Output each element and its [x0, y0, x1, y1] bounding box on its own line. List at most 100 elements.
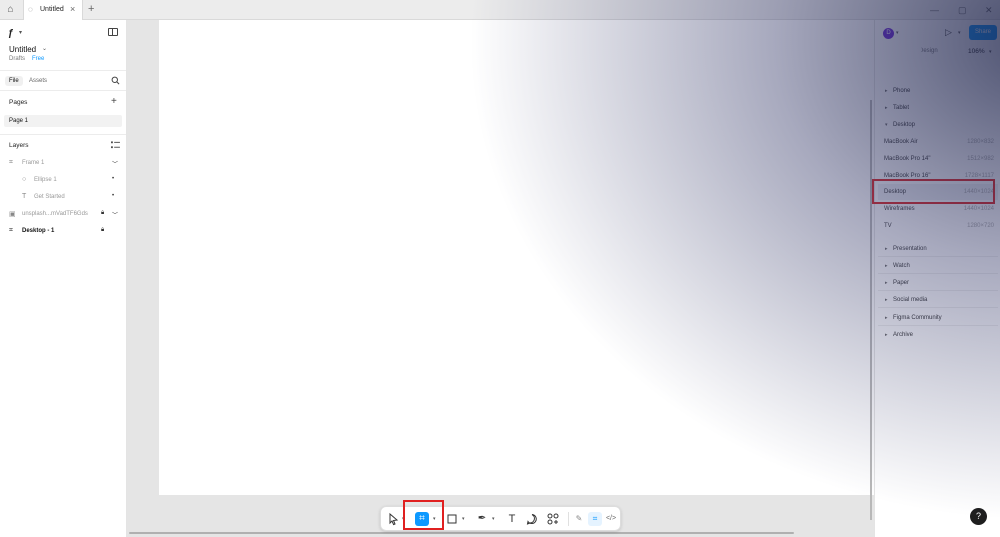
- category-label: Phone: [893, 88, 911, 94]
- desktop-frame[interactable]: [159, 20, 874, 495]
- file-tab-label: Untitled: [40, 6, 64, 13]
- zoom-caret-icon[interactable]: ▾: [989, 49, 992, 55]
- rectangle-tool-icon[interactable]: [445, 512, 459, 526]
- tab-file[interactable]: File: [5, 76, 23, 86]
- shape-tool-caret-icon[interactable]: ▾: [462, 516, 465, 522]
- category-tablet[interactable]: ▸ Tablet: [878, 100, 998, 116]
- preset-macbook-air[interactable]: MacBook Air 1280×832: [878, 134, 998, 150]
- preset-name: MacBook Air: [884, 139, 918, 145]
- vertical-scrollbar[interactable]: [870, 100, 872, 520]
- maximize-icon[interactable]: ▢: [958, 5, 967, 16]
- category-label: Tablet: [893, 105, 910, 111]
- page-item[interactable]: Page 1: [4, 115, 122, 127]
- layer-row-unsplash[interactable]: ▣ unsplash...mVadTF6Gds 🔒︎ ﹀: [0, 207, 126, 221]
- dot-icon[interactable]: •: [112, 193, 114, 199]
- chevron-down-icon[interactable]: ﹀: [112, 210, 118, 219]
- share-button[interactable]: Share: [969, 25, 997, 40]
- pen-tool-icon[interactable]: ✒︎: [475, 512, 489, 526]
- text-tool-icon[interactable]: T: [505, 512, 519, 526]
- category-watch[interactable]: ▸ Watch: [878, 258, 998, 274]
- dot-icon[interactable]: •: [112, 176, 114, 182]
- sidebar-toggle-icon[interactable]: [108, 28, 118, 36]
- home-icon[interactable]: ⌂: [4, 4, 17, 16]
- chevron-right-icon: ▸: [885, 246, 888, 252]
- new-tab-icon[interactable]: +: [88, 3, 94, 15]
- frame-icon: ⌗: [9, 227, 13, 234]
- left-sidebar: ƒ ▾ Untitled ⌄ Drafts Free File Assets P…: [0, 20, 127, 537]
- add-page-icon[interactable]: +: [111, 96, 117, 107]
- move-tool-icon[interactable]: [386, 512, 400, 526]
- category-figma-community[interactable]: ▸ Figma Community: [878, 310, 998, 326]
- frame-tool-highlight: [403, 500, 444, 530]
- present-caret-icon[interactable]: ▾: [958, 30, 961, 36]
- chevron-right-icon: ▸: [885, 88, 888, 94]
- preset-size: 1280×720: [967, 223, 994, 229]
- minimize-icon[interactable]: —: [930, 5, 939, 15]
- desktop-preset-highlight: [872, 179, 995, 204]
- page-item-label: Page 1: [9, 118, 29, 124]
- text-icon: T: [22, 193, 27, 200]
- avatar-caret-icon[interactable]: ▾: [896, 30, 899, 36]
- zoom-level[interactable]: 106%: [968, 48, 985, 55]
- file-tab[interactable]: ◌ Untitled ×: [23, 0, 83, 20]
- file-title[interactable]: Untitled: [9, 45, 36, 54]
- preset-name: MacBook Pro 14": [884, 156, 931, 162]
- chevron-right-icon: ▸: [885, 263, 888, 269]
- divider: [0, 90, 126, 91]
- horizontal-scrollbar[interactable]: [129, 532, 794, 534]
- layer-name: Ellipse 1: [34, 177, 57, 183]
- main-menu-caret-icon[interactable]: ▾: [19, 29, 22, 36]
- category-paper[interactable]: ▸ Paper: [878, 275, 998, 291]
- category-desktop[interactable]: ▾ Desktop: [878, 117, 998, 133]
- search-icon[interactable]: [111, 76, 120, 85]
- close-tab-icon[interactable]: ×: [70, 4, 75, 14]
- layer-name: Frame 1: [22, 160, 45, 166]
- lock-icon[interactable]: 🔒︎: [101, 210, 104, 217]
- layer-row-frame-1[interactable]: ⌗ Frame 1 ﹀: [0, 156, 126, 170]
- category-label: Archive: [893, 332, 914, 338]
- comment-tool-icon[interactable]: [525, 512, 539, 526]
- figma-logo-icon[interactable]: ƒ: [8, 28, 14, 39]
- location-label[interactable]: Drafts: [9, 56, 25, 62]
- layer-name: Get Started: [34, 194, 65, 200]
- category-social-media[interactable]: ▸ Social media: [878, 292, 998, 308]
- chevron-down-icon[interactable]: ﹀: [112, 159, 118, 168]
- layer-row-ellipse-1[interactable]: ○ Ellipse 1 •: [0, 173, 126, 187]
- file-menu-caret-icon[interactable]: ⌄: [42, 45, 47, 52]
- layers-list-icon[interactable]: [111, 141, 120, 149]
- dev-mode-icon[interactable]: </>: [604, 512, 618, 526]
- plan-badge[interactable]: Free: [32, 56, 44, 62]
- layers-title: Layers: [9, 142, 29, 149]
- actions-tool-icon[interactable]: [546, 512, 560, 526]
- ellipse-icon: ○: [22, 176, 27, 183]
- divider: [0, 70, 126, 71]
- category-presentation[interactable]: ▸ Presentation: [878, 241, 998, 257]
- preset-size: 1512×982: [967, 156, 994, 162]
- preset-name: Wireframes: [884, 206, 915, 212]
- category-label: Watch: [893, 263, 910, 269]
- layer-row-get-started[interactable]: T Get Started •: [0, 190, 126, 204]
- preset-size: 1440×1024: [963, 206, 994, 212]
- image-icon: ▣: [9, 211, 16, 218]
- right-sidebar: D ▾ ▷ ▾ Share Design 106% ▾ ▸ Phone ▸ Ta…: [874, 20, 1000, 537]
- divider: [0, 134, 126, 135]
- canvas[interactable]: [127, 20, 874, 537]
- help-button[interactable]: ?: [970, 508, 987, 525]
- layer-name: Desktop - 1: [22, 228, 55, 234]
- draw-mode-icon[interactable]: ✎: [572, 512, 586, 526]
- category-archive[interactable]: ▸ Archive: [878, 327, 998, 343]
- layer-row-desktop-1[interactable]: ⌗ Desktop - 1 🔒︎: [0, 224, 126, 238]
- pen-tool-caret-icon[interactable]: ▾: [492, 516, 495, 522]
- window-close-icon[interactable]: ✕: [985, 5, 993, 16]
- category-phone[interactable]: ▸ Phone: [878, 83, 998, 99]
- preset-tv[interactable]: TV 1280×720: [878, 218, 998, 234]
- avatar[interactable]: D: [883, 28, 894, 39]
- preset-macbook-pro-14[interactable]: MacBook Pro 14" 1512×982: [878, 151, 998, 167]
- tab-assets[interactable]: Assets: [29, 78, 47, 84]
- category-label: Figma Community: [893, 315, 942, 321]
- present-play-icon[interactable]: ▷: [945, 27, 952, 38]
- pages-title: Pages: [9, 99, 28, 106]
- design-mode-icon[interactable]: ⌗: [588, 512, 602, 526]
- chevron-right-icon: ▸: [885, 280, 888, 286]
- lock-icon[interactable]: 🔒︎: [101, 227, 104, 234]
